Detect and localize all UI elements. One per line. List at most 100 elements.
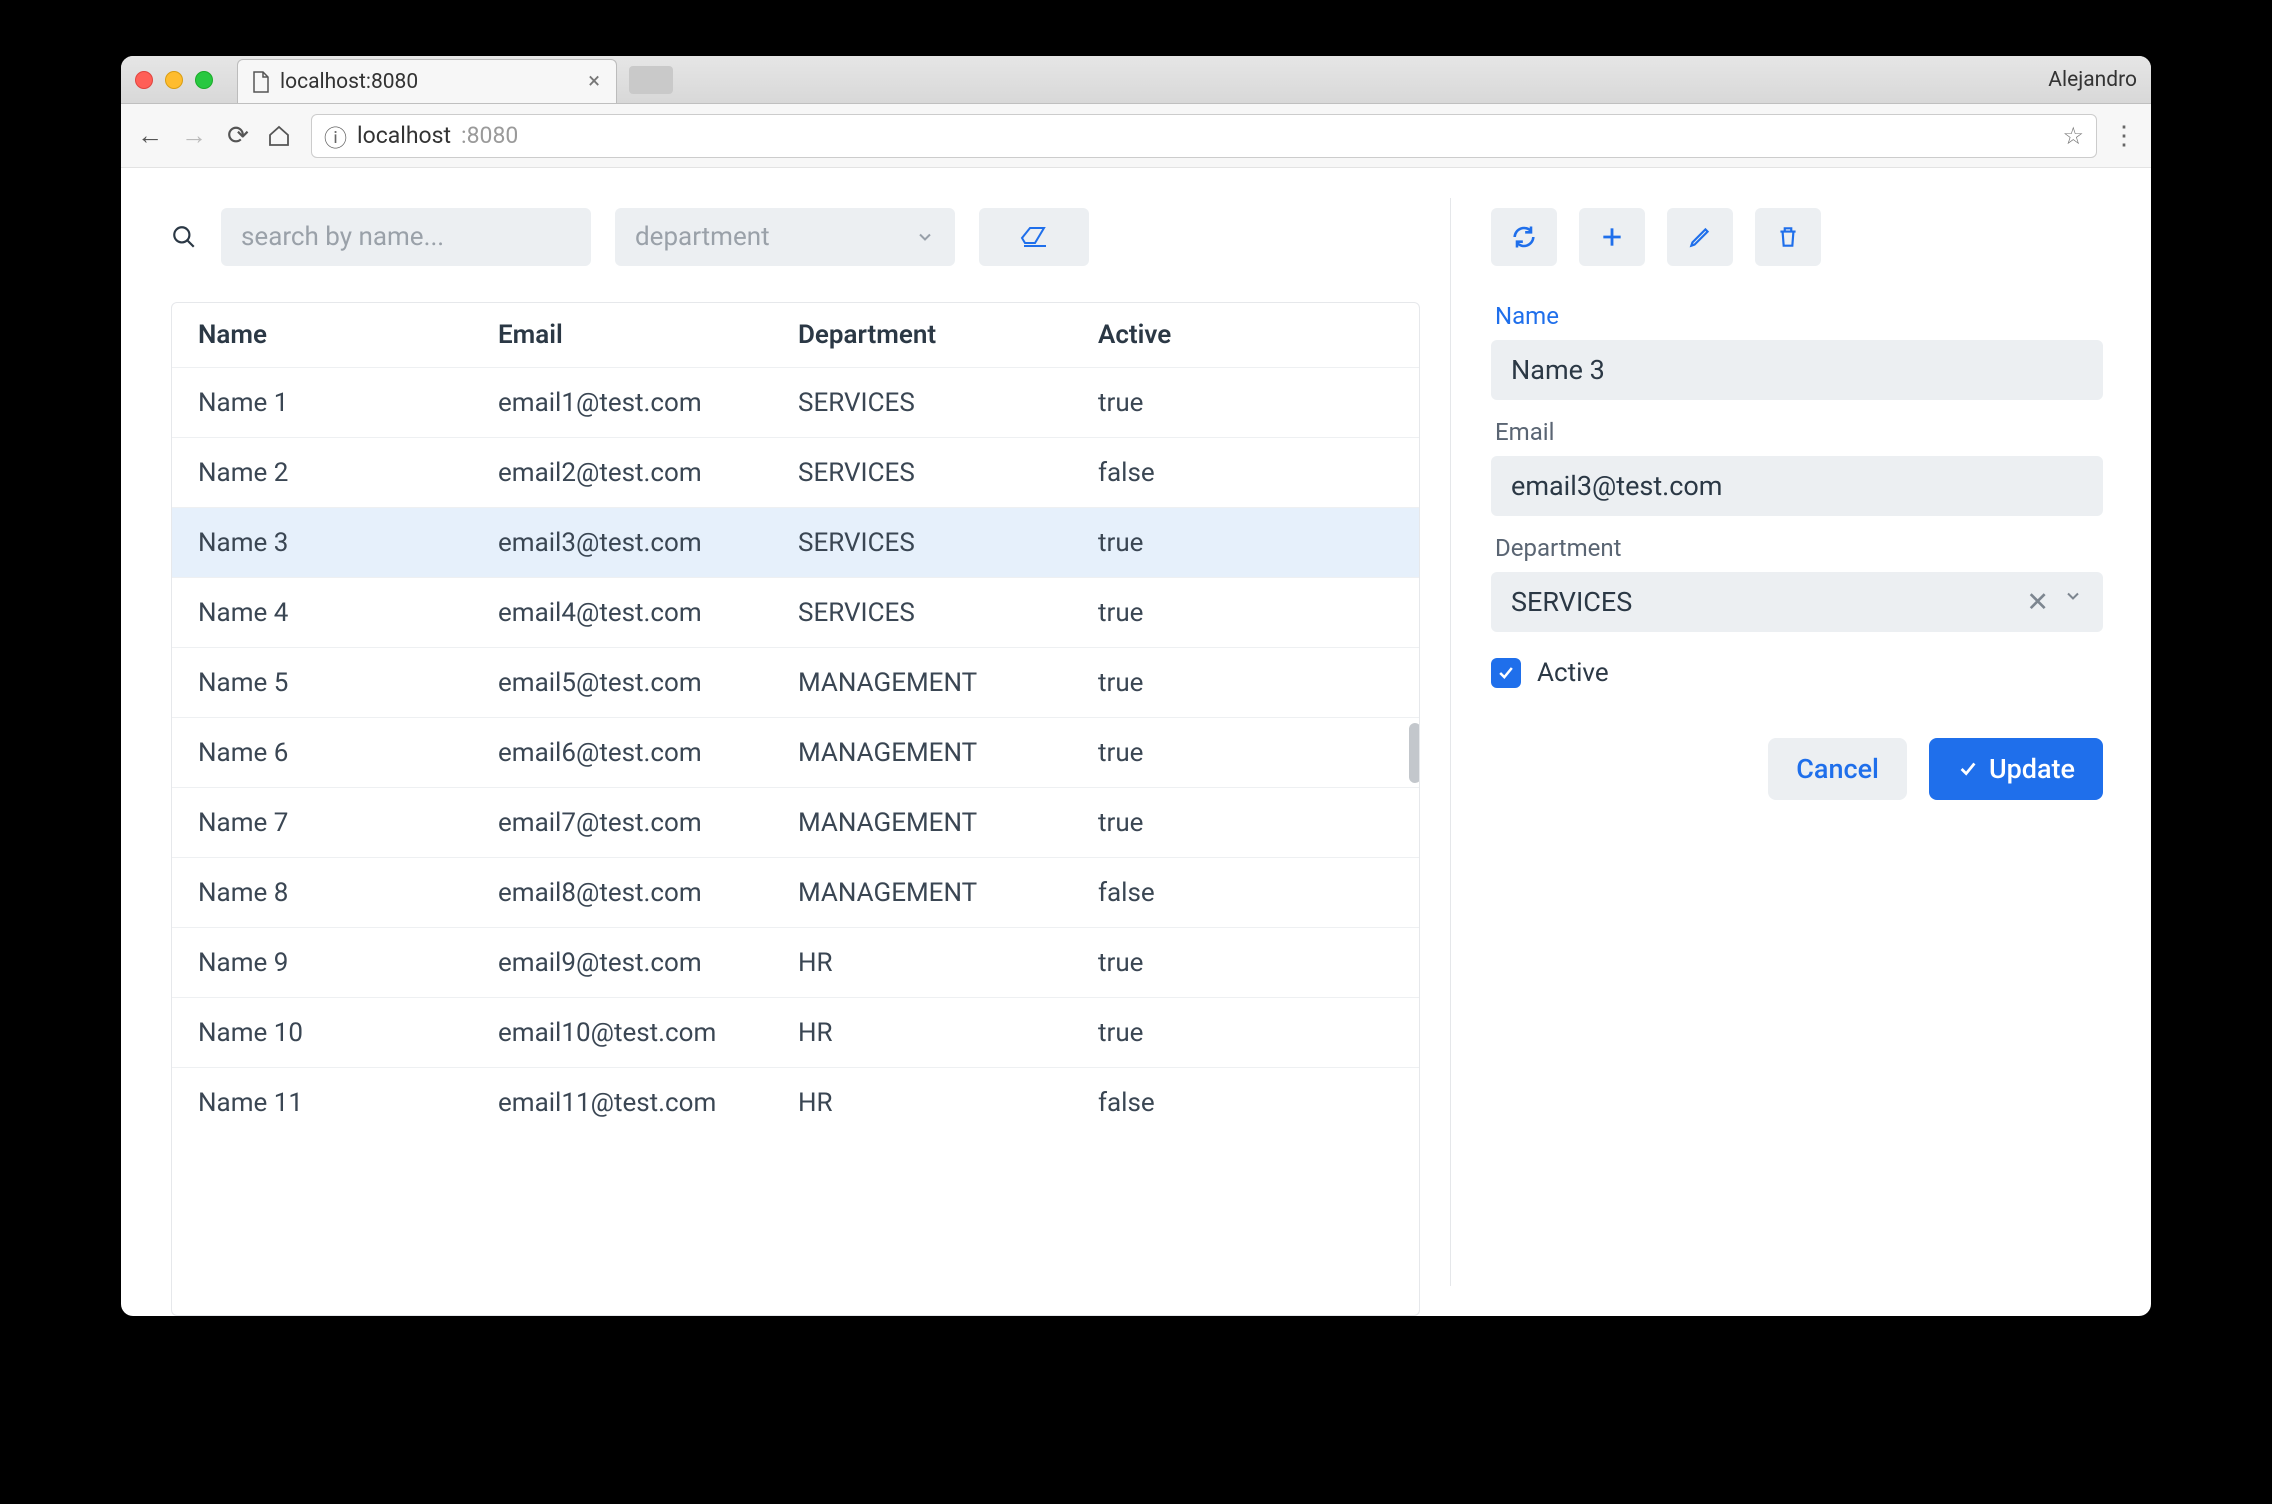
cell-department: MANAGEMENT [798,878,1098,908]
edit-button[interactable] [1667,208,1733,266]
table-row[interactable]: Name 3email3@test.comSERVICEStrue [172,507,1419,577]
profile-name[interactable]: Alejandro [2048,68,2137,92]
form-buttons: Cancel Update [1491,738,2103,800]
table-row[interactable]: Name 11email11@test.comHRfalse [172,1067,1419,1137]
back-icon[interactable]: ← [135,120,165,151]
add-button[interactable] [1579,208,1645,266]
table-row[interactable]: Name 1email1@test.comSERVICEStrue [172,367,1419,437]
email-value: email3@test.com [1511,470,1722,502]
name-field[interactable]: Name 3 [1491,340,2103,400]
email-field[interactable]: email3@test.com [1491,456,2103,516]
cell-department: MANAGEMENT [798,738,1098,768]
close-window-icon[interactable] [135,71,153,89]
update-label: Update [1989,753,2075,785]
cell-department: SERVICES [798,458,1098,488]
select-controls: ✕ [2026,586,2083,618]
tab-title: localhost:8080 [280,70,418,94]
pencil-icon [1687,224,1713,250]
home-icon[interactable] [267,124,297,148]
new-tab-button[interactable] [629,66,673,94]
cell-active: true [1098,668,1393,698]
action-bar [1491,208,2103,266]
detail-panel: Name Name 3 Email email3@test.com Depart… [1451,168,2151,1316]
eraser-icon [1019,225,1049,249]
table-row[interactable]: Name 10email10@test.comHRtrue [172,997,1419,1067]
cell-email: email5@test.com [498,668,798,698]
cell-active: true [1098,1018,1393,1048]
url-field[interactable]: ⓘ localhost:8080 ☆ [311,114,2097,158]
table-row[interactable]: Name 4email4@test.comSERVICEStrue [172,577,1419,647]
table-row[interactable]: Name 9email9@test.comHRtrue [172,927,1419,997]
table-row[interactable]: Name 5email5@test.comMANAGEMENTtrue [172,647,1419,717]
cell-name: Name 3 [198,528,498,558]
department-filter[interactable]: department [615,208,955,266]
col-name[interactable]: Name [198,320,498,350]
cell-email: email6@test.com [498,738,798,768]
scrollbar-thumb[interactable] [1409,723,1420,783]
search-input[interactable]: search by name... [221,208,591,266]
table-header: Name Email Department Active [172,303,1419,367]
department-placeholder: department [635,222,770,252]
cell-name: Name 4 [198,598,498,628]
close-tab-icon[interactable]: × [588,69,600,94]
label-email: Email [1495,418,2103,446]
maximize-window-icon[interactable] [195,71,213,89]
cancel-label: Cancel [1796,753,1879,785]
table-row[interactable]: Name 8email8@test.comMANAGEMENTfalse [172,857,1419,927]
refresh-button[interactable] [1491,208,1557,266]
cell-department: SERVICES [798,598,1098,628]
cell-email: email10@test.com [498,1018,798,1048]
browser-tab[interactable]: localhost:8080 × [237,59,617,103]
refresh-icon [1510,223,1538,251]
table-row[interactable]: Name 6email6@test.comMANAGEMENTtrue [172,717,1419,787]
cell-active: true [1098,738,1393,768]
cell-email: email7@test.com [498,808,798,838]
cell-email: email11@test.com [498,1088,798,1118]
checkbox-icon[interactable] [1491,658,1521,688]
cell-name: Name 10 [198,1018,498,1048]
file-icon [252,71,270,93]
col-active[interactable]: Active [1098,320,1393,350]
menu-icon[interactable]: ⋮ [2111,121,2137,151]
url-port: :8080 [461,122,518,149]
forward-icon: → [179,120,209,151]
name-value: Name 3 [1511,354,1605,386]
cell-department: HR [798,1018,1098,1048]
cell-active: true [1098,598,1393,628]
cell-name: Name 9 [198,948,498,978]
cell-active: true [1098,808,1393,838]
cell-department: SERVICES [798,528,1098,558]
chevron-down-icon[interactable] [2063,586,2083,618]
window-controls [135,71,213,89]
reload-icon[interactable]: ⟳ [223,121,253,151]
clear-select-icon[interactable]: ✕ [2026,586,2049,618]
cell-email: email8@test.com [498,878,798,908]
plus-icon [1599,224,1625,250]
department-field[interactable]: SERVICES ✕ [1491,572,2103,632]
minimize-window-icon[interactable] [165,71,183,89]
page-content: search by name... department Name [121,168,2151,1316]
label-department: Department [1495,534,2103,562]
bookmark-icon[interactable]: ☆ [2062,122,2084,150]
cell-email: email1@test.com [498,388,798,418]
update-button[interactable]: Update [1929,738,2103,800]
delete-button[interactable] [1755,208,1821,266]
search-placeholder: search by name... [241,222,444,252]
list-panel: search by name... department Name [121,168,1450,1316]
col-department[interactable]: Department [798,320,1098,350]
col-email[interactable]: Email [498,320,798,350]
cell-email: email3@test.com [498,528,798,558]
cell-name: Name 8 [198,878,498,908]
cell-active: false [1098,458,1393,488]
table-row[interactable]: Name 7email7@test.comMANAGEMENTtrue [172,787,1419,857]
clear-filters-button[interactable] [979,208,1089,266]
cell-name: Name 7 [198,808,498,838]
active-checkbox-row[interactable]: Active [1491,658,2103,688]
cancel-button[interactable]: Cancel [1768,738,1907,800]
table-row[interactable]: Name 2email2@test.comSERVICESfalse [172,437,1419,507]
filter-bar: search by name... department [171,208,1420,266]
chevron-down-icon [915,227,935,247]
cell-name: Name 6 [198,738,498,768]
cell-name: Name 11 [198,1088,498,1118]
cell-department: HR [798,948,1098,978]
